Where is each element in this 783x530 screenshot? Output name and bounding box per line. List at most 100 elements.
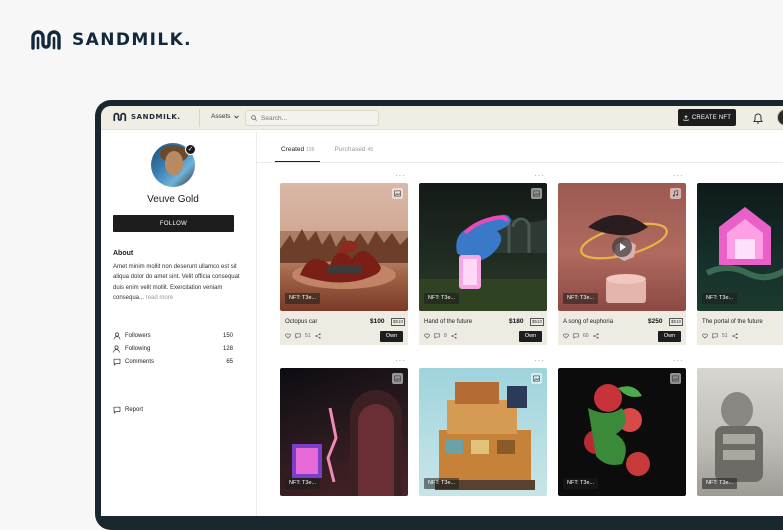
image-icon	[392, 188, 403, 199]
nft-price: $100	[370, 318, 385, 325]
nft-image[interactable]: NFT: T3e...	[697, 368, 783, 496]
nft-card[interactable]: ··· NFT: T3e... Hand of the future $180 …	[419, 171, 547, 345]
flower-art	[584, 384, 650, 476]
tab-count: 126	[306, 147, 315, 153]
stat-label: Comments	[125, 359, 155, 365]
nft-bid: $510	[530, 318, 545, 326]
comment-count: 8	[444, 333, 447, 339]
nft-name: The portal of the future	[702, 319, 763, 325]
nft-card[interactable]: ··· NFT: T3e... A song of euphoria $250 …	[558, 171, 686, 345]
nft-image[interactable]: NFT: T3e...	[419, 183, 547, 311]
heart-icon[interactable]	[424, 333, 430, 339]
nft-card[interactable]: ··· NFT: T3e... Octopus car $100 $510 51	[280, 171, 408, 345]
octopus-car-art	[280, 229, 408, 289]
brand-header: SANDMILK.	[30, 29, 192, 51]
avatar-face	[165, 151, 183, 175]
nft-card[interactable]: ··· NFT: T3e...	[280, 356, 408, 516]
nft-price: $180	[509, 318, 524, 325]
search-input[interactable]	[261, 114, 371, 122]
comment-icon[interactable]	[712, 333, 718, 339]
sandmilk-logo-icon	[31, 30, 61, 50]
create-nft-button[interactable]: CREATE NFT	[678, 109, 736, 126]
search-box[interactable]	[245, 110, 379, 126]
tab-label: Created	[281, 146, 305, 153]
nft-card[interactable]: ··· NFT: T3e...	[419, 356, 547, 516]
nft-card[interactable]: ··· NFT: T3e...	[697, 368, 783, 516]
create-nft-label: CREATE NFT	[691, 114, 732, 121]
bell-icon[interactable]	[752, 111, 764, 125]
tab-created[interactable]: Created 126	[274, 146, 322, 162]
more-options-icon[interactable]: ···	[673, 171, 684, 180]
nft-actions: 51	[285, 333, 321, 339]
nft-card[interactable]: ··· NFT: T3e... The portal of the future…	[697, 183, 783, 345]
app-screen: SANDMILK. Assets CREATE NFT ✓ Veuve Gold…	[101, 106, 783, 516]
stat-comments[interactable]: Comments 65	[113, 358, 233, 366]
verified-badge-icon: ✓	[185, 144, 196, 155]
stat-followers[interactable]: Followers 150	[113, 332, 233, 340]
more-options-icon[interactable]: ···	[534, 356, 545, 365]
nft-meta: Octopus car $100 $510 51 Own	[280, 311, 408, 345]
app-logo[interactable]: SANDMILK.	[113, 112, 181, 122]
comment-icon[interactable]	[295, 333, 301, 339]
share-icon[interactable]	[314, 333, 321, 339]
read-more-link[interactable]: read more	[146, 295, 173, 301]
follow-button[interactable]: FOLLOW	[113, 215, 234, 232]
more-options-icon[interactable]: ···	[673, 356, 684, 365]
stat-label: Followers	[125, 333, 151, 339]
nft-image[interactable]: NFT: T3e...	[419, 368, 547, 496]
user-avatar[interactable]	[777, 109, 783, 126]
nft-tag: NFT: T3e...	[563, 478, 599, 489]
nft-name: A song of euphoria	[563, 319, 614, 325]
image-icon	[531, 373, 542, 384]
image-icon	[531, 188, 542, 199]
own-button[interactable]: Own	[380, 331, 403, 342]
own-button[interactable]: Own	[519, 331, 542, 342]
tab-count: 45	[367, 147, 374, 153]
heart-icon[interactable]	[285, 333, 291, 339]
nft-actions: 60	[563, 333, 599, 339]
nft-tag: NFT: T3e...	[702, 293, 738, 304]
tab-purchased[interactable]: Purchased 45	[334, 146, 373, 160]
stat-label: Following	[125, 346, 151, 352]
nft-tag: NFT: T3e...	[563, 293, 599, 304]
play-icon[interactable]	[612, 237, 632, 257]
about-heading: About	[113, 250, 134, 257]
report-label: Report	[125, 407, 144, 413]
nft-name: Octopus car	[285, 319, 318, 325]
upload-icon	[683, 114, 689, 121]
report-link[interactable]: Report	[113, 406, 143, 414]
app-logo-text: SANDMILK.	[131, 113, 181, 121]
stat-value: 128	[222, 346, 233, 352]
share-icon[interactable]	[731, 333, 738, 339]
nft-tag: NFT: T3e...	[702, 478, 738, 489]
nft-image[interactable]: NFT: T3e...	[558, 183, 686, 311]
assets-dropdown[interactable]: Assets	[211, 113, 239, 120]
share-icon[interactable]	[451, 333, 457, 339]
nft-card[interactable]: ··· NFT: T3e...	[558, 356, 686, 516]
heart-icon[interactable]	[563, 333, 569, 339]
comment-count: 51	[722, 333, 728, 339]
own-button[interactable]: Own	[658, 331, 681, 342]
nft-image[interactable]: NFT: T3e...	[280, 368, 408, 496]
stat-following[interactable]: Following 128	[113, 345, 233, 353]
more-options-icon[interactable]: ···	[395, 356, 406, 365]
heart-icon[interactable]	[702, 333, 708, 339]
nft-actions: 51	[702, 333, 738, 339]
nft-image[interactable]: NFT: T3e...	[558, 368, 686, 496]
more-options-icon[interactable]: ···	[534, 171, 545, 180]
nft-tag: NFT: T3e...	[285, 478, 321, 489]
truck-tower-art	[435, 382, 535, 490]
tabs-divider	[257, 162, 783, 163]
more-options-icon[interactable]: ···	[395, 171, 406, 180]
comment-icon[interactable]	[434, 333, 440, 339]
comment-icon[interactable]	[573, 333, 579, 339]
share-icon[interactable]	[592, 333, 599, 339]
comment-count: 60	[583, 333, 589, 339]
sandmilk-logo-icon	[113, 112, 127, 122]
nft-tag: NFT: T3e...	[285, 293, 321, 304]
arch-art	[292, 390, 402, 496]
nft-image[interactable]: NFT: T3e...	[697, 183, 783, 311]
brand-name: SANDMILK.	[72, 30, 193, 50]
nft-image[interactable]: NFT: T3e...	[280, 183, 408, 311]
nft-bid: $510	[391, 318, 406, 326]
